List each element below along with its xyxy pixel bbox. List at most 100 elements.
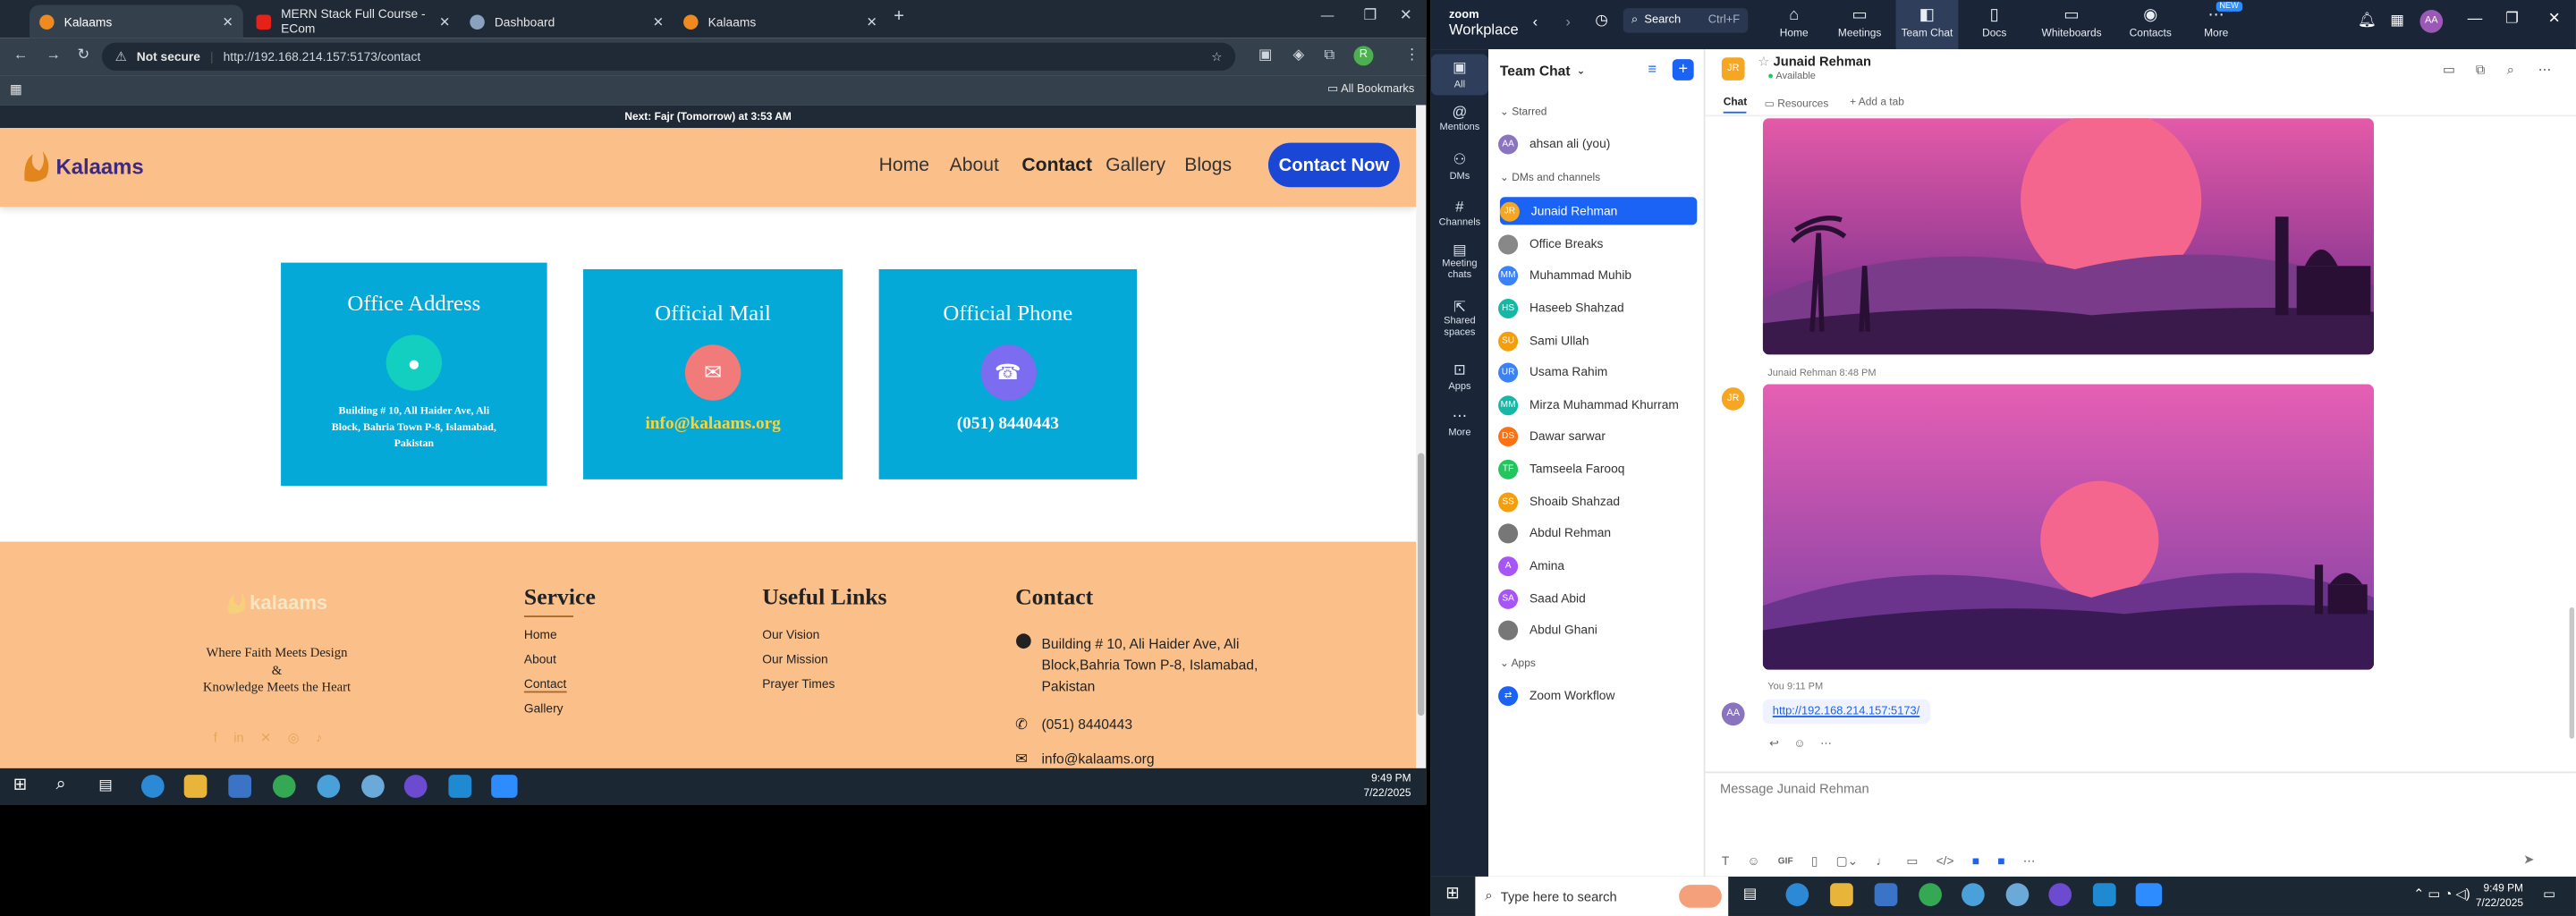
filter-icon[interactable]: ≡ [1648, 61, 1657, 77]
site-logo[interactable]: Kalaams [20, 148, 144, 183]
tab-kalaams-2[interactable]: Kalaams ✕ [674, 5, 887, 38]
chat-contact-name[interactable]: ☆ Junaid Rehman [1758, 55, 1871, 70]
clock[interactable]: 9:49 PM 7/22/2025 [1363, 771, 1411, 801]
notification-icon[interactable]: ▭ [2543, 886, 2555, 902]
task-view-icon[interactable]: ▤ [98, 776, 113, 794]
apps-section[interactable]: ⌄ Apps [1500, 657, 1536, 670]
list-item-zoom-workflow[interactable]: ⇄ Zoom Workflow [1498, 682, 1695, 709]
bell-icon[interactable]: 🔔︎ [2358, 12, 2377, 30]
apps-grid-icon[interactable]: ▦ [10, 82, 22, 98]
contact-item[interactable]: DS Dawar sarwar [1498, 422, 1695, 450]
instagram-icon[interactable]: ◎ [288, 731, 300, 746]
list-item-self[interactable]: AA ahsan ali (you) [1498, 130, 1695, 157]
task-view-icon[interactable]: ▤ [1743, 885, 1758, 903]
reply-icon[interactable]: ↩ [1769, 737, 1779, 751]
more-icon[interactable]: ⋯ [1820, 737, 1832, 751]
tiktok-icon[interactable]: ♪ [316, 731, 322, 746]
store-icon[interactable] [228, 775, 252, 798]
nav-team-chat[interactable]: ◧ Team Chat [1895, 0, 1959, 50]
send-icon[interactable]: ➤ [2523, 852, 2534, 867]
app-icon[interactable] [317, 775, 341, 798]
app-icon[interactable] [2005, 883, 2029, 906]
calendar-icon[interactable]: ▦ [2390, 12, 2404, 30]
rail-apps[interactable]: ⊡ Apps [1431, 361, 1488, 393]
gif-icon[interactable]: GIF [1778, 856, 1793, 866]
video-clip-icon[interactable]: ▭ [1906, 853, 1918, 869]
contact-item[interactable]: SA Saad Abid [1498, 584, 1695, 612]
footer-link-about[interactable]: About [524, 652, 556, 667]
nav-about[interactable]: About [950, 156, 999, 175]
footer-email[interactable]: info@kalaams.org [1041, 751, 1154, 767]
zoom-taskbar-icon[interactable] [491, 775, 518, 798]
all-bookmarks[interactable]: ▭ All Bookmarks [1327, 82, 1414, 96]
rail-mentions[interactable]: @ Mentions [1431, 104, 1488, 133]
nav-meetings[interactable]: ▭ Meetings [1830, 6, 1889, 39]
more-icon[interactable]: ⋯ [2023, 853, 2036, 869]
chat-scrollbar[interactable] [2569, 606, 2575, 739]
back-icon[interactable]: ← [13, 46, 29, 62]
nav-contacts[interactable]: ◉ Contacts [2121, 6, 2180, 39]
nav-contact[interactable]: Contact [1021, 156, 1092, 175]
app-icon[interactable]: ■ [1997, 853, 2004, 869]
tab-add[interactable]: + Add a tab [1850, 97, 1904, 108]
shared-image-sunset-2[interactable] [1762, 384, 2375, 670]
footer-link-mission[interactable]: Our Mission [762, 652, 827, 667]
screenshot-icon[interactable]: ▢⌄ [1836, 853, 1859, 869]
facebook-icon[interactable]: f [214, 731, 217, 746]
close-tab-icon[interactable]: ✕ [653, 14, 664, 30]
rail-channels[interactable]: # Channels [1431, 199, 1488, 228]
maximize-button[interactable]: ❐ [2505, 10, 2519, 28]
contact-item[interactable]: HS Haseeb Shahzad [1498, 293, 1695, 321]
star-icon[interactable]: ☆ [1758, 55, 1773, 70]
format-text-icon[interactable]: T [1722, 853, 1729, 869]
close-tab-icon[interactable]: ✕ [222, 14, 233, 30]
taskbar-search[interactable]: ⌕ Type here to search [1475, 876, 1729, 916]
tab-mern[interactable]: MERN Stack Full Course - ECom ✕ [247, 5, 461, 38]
tab-resources[interactable]: ▭ Resources [1765, 97, 1829, 110]
minimize-button[interactable]: — [1321, 8, 1335, 23]
app-icon[interactable]: ■ [1972, 853, 1979, 869]
linkedin-icon[interactable]: in [233, 731, 243, 746]
contact-item[interactable]: TF Tamseela Farooq [1498, 454, 1695, 482]
forward-icon[interactable]: › [1565, 13, 1571, 30]
puzzle-icon[interactable]: ⧉ [1324, 46, 1335, 64]
tray-icons[interactable]: ⌃ ▭ ◔ ◁) [2413, 886, 2470, 902]
profile-avatar[interactable]: R [1353, 46, 1374, 66]
footer-link-vision[interactable]: Our Vision [762, 627, 819, 642]
footer-phone[interactable]: (051) 8440443 [1041, 716, 1132, 732]
zoom-taskbar-icon[interactable] [2135, 883, 2163, 906]
tab-dashboard[interactable]: Dashboard ✕ [460, 5, 674, 38]
file-icon[interactable]: ▯ [1811, 853, 1818, 869]
nav-home[interactable]: ⌂ Home [1767, 6, 1820, 39]
starred-section[interactable]: ⌄ Starred [1500, 105, 1547, 118]
nav-gallery[interactable]: Gallery [1106, 156, 1165, 175]
history-icon[interactable]: ◷ [1595, 12, 1607, 30]
file-explorer-icon[interactable] [1830, 883, 1853, 906]
search-icon[interactable]: ⌕ [55, 775, 65, 796]
emoji-icon[interactable]: ☺ [1793, 738, 1805, 750]
rail-all[interactable]: ▣ All [1430, 54, 1489, 96]
search-icon[interactable]: ⌕ [2507, 63, 2514, 79]
message-link[interactable]: http://192.168.214.157:5173/ [1762, 699, 1930, 725]
contact-item[interactable]: SS Shoaib Shahzad [1498, 488, 1695, 515]
minimize-button[interactable]: — [2468, 10, 2483, 26]
contact-item[interactable]: MM Muhammad Muhib [1498, 261, 1695, 289]
shared-image-sunset[interactable] [1762, 118, 2375, 355]
profile-avatar[interactable]: AA [2419, 10, 2444, 33]
rail-more[interactable]: ⋯ More [1431, 407, 1488, 438]
rail-shared-spaces[interactable]: ⇱ Shared spaces [1431, 300, 1488, 340]
star-icon[interactable]: ☆ [1211, 49, 1222, 64]
edge-icon[interactable] [1785, 883, 1809, 906]
emoji-icon[interactable]: ☺ [1748, 853, 1760, 869]
windows-start-icon[interactable]: ⊞ [13, 776, 27, 794]
close-tab-icon[interactable]: ✕ [439, 14, 450, 30]
video-call-icon[interactable]: ▭ [2443, 63, 2455, 78]
github-desktop-icon[interactable] [403, 775, 428, 798]
tab-chat[interactable]: Chat [1723, 97, 1748, 114]
nav-home[interactable]: Home [879, 156, 929, 175]
team-chat-title[interactable]: Team Chat ⌄ [1500, 63, 1585, 79]
rail-dms[interactable]: ⚇ DMs [1431, 151, 1488, 182]
edge-icon[interactable] [140, 775, 165, 798]
app-icon[interactable] [361, 775, 385, 798]
vscode-icon[interactable] [448, 775, 472, 798]
